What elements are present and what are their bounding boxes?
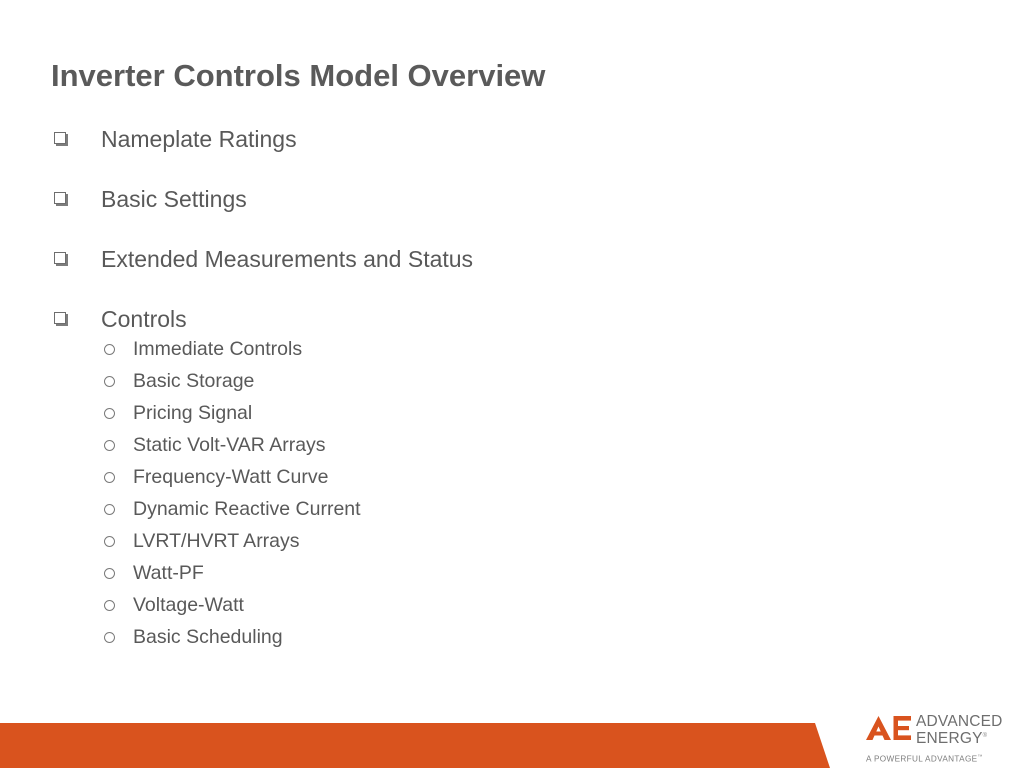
footer-orange-band [0, 723, 830, 768]
page-title: Inverter Controls Model Overview [51, 58, 546, 93]
sub-list-item: Pricing Signal [51, 401, 951, 433]
sub-list-item: LVRT/HVRT Arrays [51, 529, 951, 561]
sub-list-item: Immediate Controls [51, 337, 951, 369]
list-item: Nameplate Ratings [51, 125, 951, 185]
slide-canvas: Inverter Controls Model Overview Namepla… [0, 0, 1024, 768]
sub-list-item-label: Dynamic Reactive Current [133, 498, 361, 520]
hollow-circle-bullet-icon [104, 472, 115, 483]
list-item-label: Extended Measurements and Status [101, 246, 474, 272]
hollow-circle-bullet-icon [104, 376, 115, 387]
hollow-circle-bullet-icon [104, 600, 115, 611]
logo-tagline-text: A POWERFUL ADVANTAGE [866, 754, 978, 764]
bullet-list: Nameplate Ratings Basic Settings Extende… [51, 125, 951, 657]
hollow-square-bullet-icon [54, 192, 68, 206]
hollow-circle-bullet-icon [104, 408, 115, 419]
list-item: Extended Measurements and Status [51, 245, 951, 305]
hollow-circle-bullet-icon [104, 344, 115, 355]
hollow-square-bullet-icon [54, 312, 68, 326]
hollow-circle-bullet-icon [104, 504, 115, 515]
hollow-circle-bullet-icon [104, 568, 115, 579]
list-item: Basic Settings [51, 185, 951, 245]
sub-list-item: Static Volt-VAR Arrays [51, 433, 951, 465]
sub-list-item-label: LVRT/HVRT Arrays [133, 530, 300, 552]
list-item-label: Nameplate Ratings [101, 126, 297, 152]
sub-list-item: Dynamic Reactive Current [51, 497, 951, 529]
registered-trademark-icon: ® [982, 732, 988, 739]
hollow-circle-bullet-icon [104, 440, 115, 451]
sub-list: Immediate Controls Basic Storage Pricing… [51, 337, 951, 657]
sub-list-item-label: Watt-PF [133, 562, 204, 584]
hollow-square-bullet-icon [54, 132, 68, 146]
sub-list-item-label: Basic Storage [133, 370, 255, 392]
hollow-square-bullet-icon [54, 252, 68, 266]
sub-list-item-label: Immediate Controls [133, 338, 303, 360]
trademark-icon: ™ [977, 754, 983, 760]
hollow-circle-bullet-icon [104, 536, 115, 547]
sub-list-item: Watt-PF [51, 561, 951, 593]
advanced-energy-logo: ADVANCED ENERGY® A POWERFUL ADVANTAGE™ [866, 714, 1006, 764]
logo-tagline: A POWERFUL ADVANTAGE™ [866, 754, 1006, 764]
sub-list-item-label: Static Volt-VAR Arrays [133, 434, 326, 456]
sub-list-item: Frequency-Watt Curve [51, 465, 951, 497]
sub-list-item-label: Frequency-Watt Curve [133, 466, 329, 488]
list-item: Controls Immediate Controls Basic Storag… [51, 305, 951, 657]
sub-list-item-label: Basic Scheduling [133, 626, 283, 648]
list-item-label: Controls [101, 306, 187, 332]
logo-wordmark-line-1: ADVANCED [916, 713, 1003, 730]
sub-list-item: Basic Storage [51, 369, 951, 401]
sub-list-item-label: Pricing Signal [133, 402, 253, 424]
logo-wordmark-line-2: ENERGY [916, 729, 983, 747]
hollow-circle-bullet-icon [104, 632, 115, 643]
sub-list-item: Basic Scheduling [51, 625, 951, 657]
advanced-energy-ae-mark-icon [866, 716, 912, 747]
sub-list-item: Voltage-Watt [51, 593, 951, 625]
sub-list-item-label: Voltage-Watt [133, 594, 244, 616]
list-item-label: Basic Settings [101, 186, 247, 212]
